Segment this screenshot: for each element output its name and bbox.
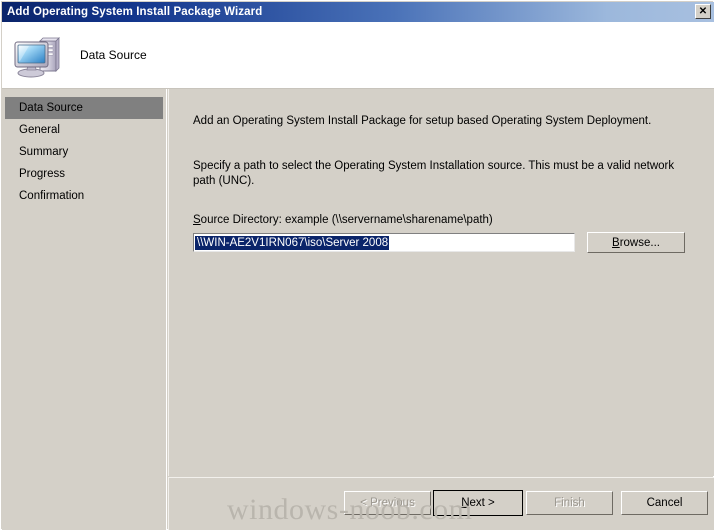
next-button-label: Next > — [461, 497, 495, 509]
source-directory-input[interactable]: \\WIN-AE2V1IRN067\iso\Server 2008 — [193, 233, 575, 252]
content-panel: Add an Operating System Install Package … — [168, 89, 714, 476]
next-button[interactable]: Next > — [433, 490, 523, 516]
sidebar-item-general[interactable]: General — [5, 119, 163, 141]
sidebar-item-confirmation[interactable]: Confirmation — [5, 185, 163, 207]
finish-button-label: Finish — [554, 497, 585, 509]
wizard-step-list: Data Source General Summary Progress Con… — [2, 89, 166, 207]
wizard-step-sidebar: Data Source General Summary Progress Con… — [2, 89, 167, 530]
next-accel: N — [461, 497, 470, 509]
computer-server-icon — [12, 30, 64, 80]
finish-button[interactable]: Finish — [526, 491, 613, 515]
wizard-window: Add Operating System Install Package Wiz… — [0, 0, 714, 530]
browse-accel: B — [612, 236, 620, 249]
previous-button[interactable]: < Previous — [344, 491, 431, 515]
sidebar-item-progress[interactable]: Progress — [5, 163, 163, 185]
browse-button-label: Browse... — [612, 237, 660, 249]
source-directory-label-rest: ource Directory: example (\\servername\s… — [200, 214, 493, 226]
browse-rest: rowse... — [619, 236, 660, 249]
next-rest: ext > — [469, 497, 495, 509]
title-bar[interactable]: Add Operating System Install Package Wiz… — [2, 2, 714, 22]
cancel-button[interactable]: Cancel — [621, 491, 708, 515]
intro-text: Add an Operating System Install Package … — [193, 115, 652, 127]
source-directory-label-accel: S — [193, 214, 201, 226]
sidebar-item-data-source[interactable]: Data Source — [5, 97, 163, 119]
sidebar-item-summary[interactable]: Summary — [5, 141, 163, 163]
cancel-button-label: Cancel — [646, 497, 683, 509]
dialog-button-bar: < Previous Next > Finish Cancel — [168, 477, 714, 530]
header-banner: Data Source — [2, 22, 714, 89]
browse-button[interactable]: Browse... — [587, 232, 685, 253]
page-title: Data Source — [80, 48, 147, 62]
close-button[interactable]: ✕ — [695, 4, 711, 19]
previous-button-label: < Previous — [360, 497, 415, 509]
close-icon: ✕ — [698, 5, 708, 17]
source-directory-value: \\WIN-AE2V1IRN067\iso\Server 2008 — [195, 235, 390, 250]
source-directory-label: Source Directory: example (\\servername\… — [193, 214, 493, 226]
specify-text: Specify a path to select the Operating S… — [193, 160, 675, 187]
window-title: Add Operating System Install Package Wiz… — [7, 6, 263, 18]
